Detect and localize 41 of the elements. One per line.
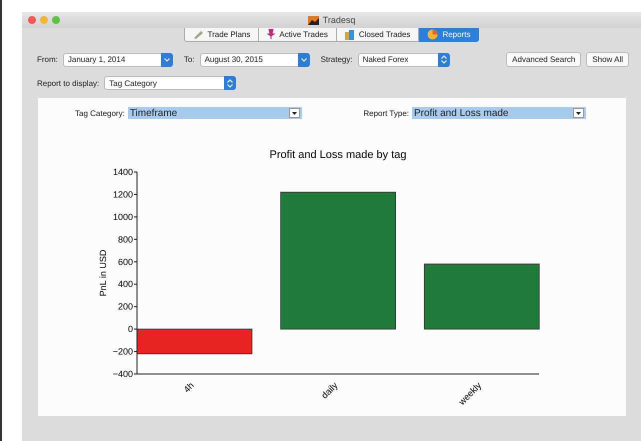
action-button[interactable]: Advanced Search [506,52,582,67]
chevron-down-icon [300,58,307,62]
from-label: From: [37,55,58,64]
pie-icon [427,28,438,40]
tick-label: 1000 [112,212,133,222]
window-title: Tradesq [322,15,356,25]
minimize-button[interactable] [40,16,48,24]
tick-label: 1400 [112,167,133,177]
strategy-label: Strategy: [320,55,353,64]
tick-label: −200 [112,346,133,357]
category-label: 4h [182,380,196,394]
pin-icon [267,29,276,39]
bags-icon [344,28,355,40]
action-button[interactable]: Show All [586,52,629,67]
report-label: Report to display: [37,78,100,88]
tick-label: 400 [118,279,133,290]
tag-category-label: Tag Category: [75,108,125,118]
up-down-chevron-icon [440,55,447,64]
to-date-picker[interactable]: August 30, 2015 [200,52,310,66]
tick-label: 600 [118,256,133,267]
triangle-down-icon [292,112,297,114]
chevron-down-icon [164,58,170,62]
zoom-button[interactable] [52,16,60,24]
tick-label: −400 [112,369,133,379]
tick-label: 0 [128,324,133,334]
up-down-chevron-icon [227,78,234,88]
report-type-label: Report Type: [363,108,409,118]
tick-label: 800 [118,234,133,244]
category-dropdown[interactable]: Timeframe [128,107,302,119]
triangle-down-icon [576,112,581,114]
axis-title: PnL in USD [98,250,108,296]
tick-label: 1200 [112,189,133,200]
chart-title: Profit and Loss made by tag [270,149,406,161]
report-type-dropdown[interactable]: Profit and Loss made [412,107,586,119]
to-label: To: [184,55,195,64]
tick-label: 200 [118,302,133,312]
strategy-select[interactable]: Naked Forex [358,52,450,66]
report-select[interactable]: Tag Category [104,76,236,90]
from-date-picker[interactable]: January 1, 2014 [62,52,173,66]
close-button[interactable] [28,16,36,24]
chart-icon [308,16,319,24]
